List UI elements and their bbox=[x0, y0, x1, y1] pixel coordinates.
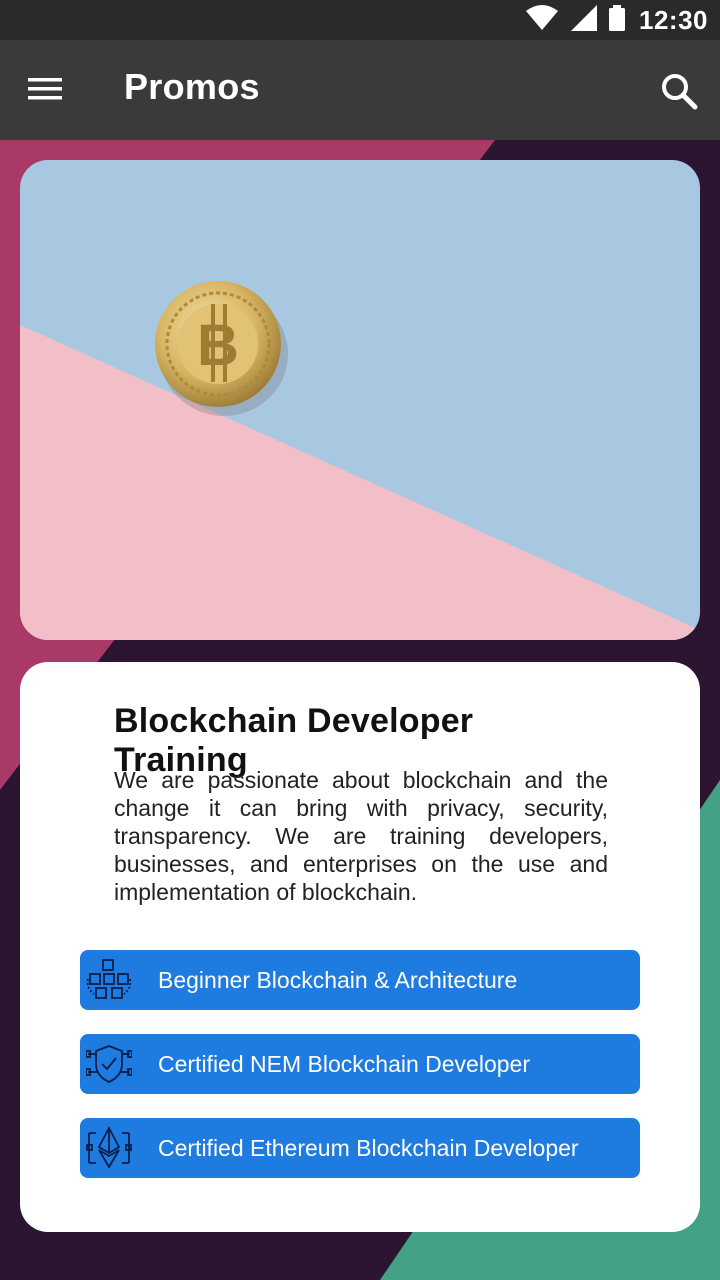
svg-text:B: B bbox=[197, 313, 239, 378]
course-button-ethereum[interactable]: Certified Ethereum Blockchain Developer bbox=[80, 1118, 640, 1178]
shield-network-icon bbox=[80, 1034, 138, 1094]
clock: 12:30 bbox=[639, 4, 708, 35]
status-bar: 12:30 bbox=[0, 0, 720, 40]
wifi-icon bbox=[525, 4, 559, 36]
blocks-network-icon bbox=[80, 950, 138, 1010]
menu-button[interactable] bbox=[22, 68, 68, 114]
signal-icon bbox=[569, 4, 599, 37]
promo-image: B bbox=[20, 160, 700, 640]
course-label: Beginner Blockchain & Architecture bbox=[158, 966, 518, 993]
app-bar: Promos bbox=[0, 40, 720, 140]
search-button[interactable] bbox=[656, 70, 702, 116]
ethereum-icon bbox=[80, 1118, 138, 1178]
course-button-beginner[interactable]: Beginner Blockchain & Architecture bbox=[80, 950, 640, 1010]
search-icon bbox=[660, 72, 698, 115]
promo-card: Blockchain Developer Training We are pas… bbox=[20, 662, 700, 1232]
page-title: Promos bbox=[124, 66, 260, 107]
hamburger-menu-icon bbox=[28, 77, 62, 106]
course-label: Certified NEM Blockchain Developer bbox=[158, 1050, 530, 1077]
course-label: Certified Ethereum Blockchain Developer bbox=[158, 1134, 579, 1161]
bitcoin-coin-icon: B bbox=[155, 281, 281, 407]
course-button-nem[interactable]: Certified NEM Blockchain Developer bbox=[80, 1034, 640, 1094]
promo-description: We are passionate about blockchain and t… bbox=[114, 767, 608, 905]
battery-icon bbox=[609, 4, 625, 36]
